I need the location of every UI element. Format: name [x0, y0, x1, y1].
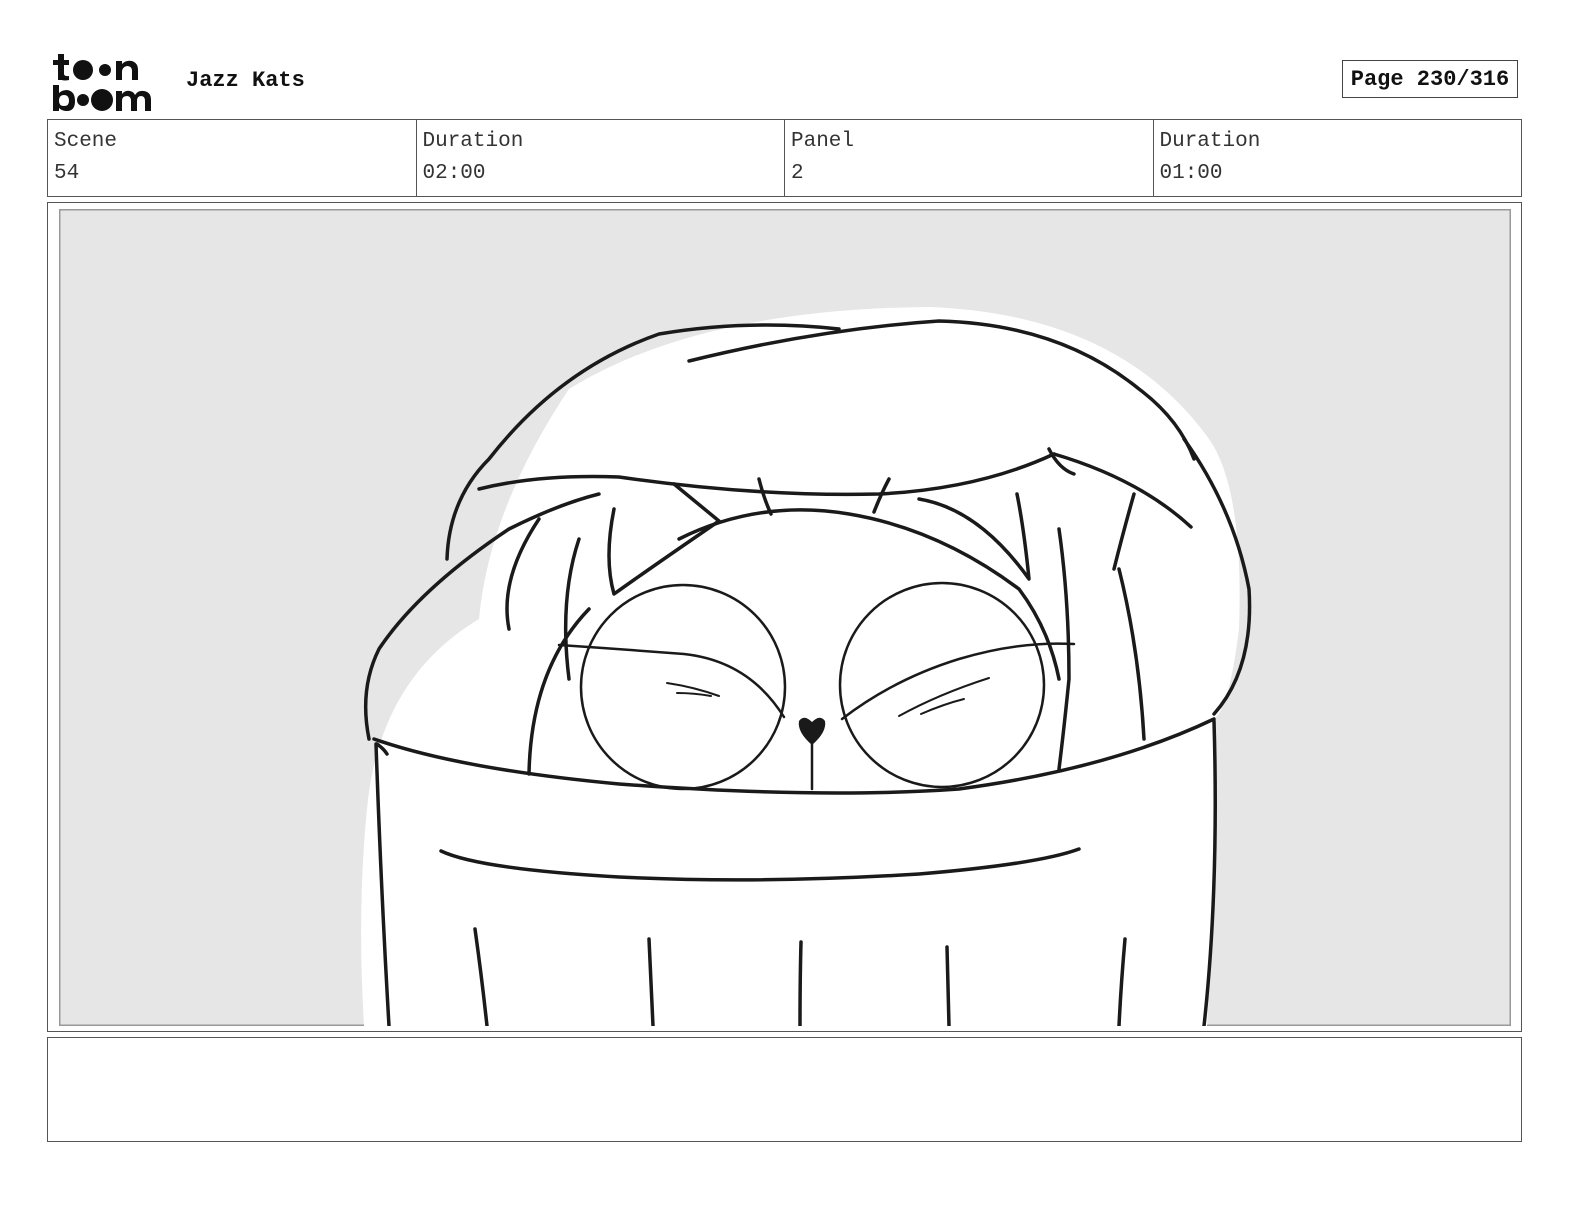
- panel-duration-value: 01:00: [1159, 162, 1223, 185]
- panel-duration-label: Duration: [1159, 130, 1261, 153]
- toon-boom-logo: [53, 54, 151, 111]
- scene-label: Scene: [54, 130, 118, 153]
- panel-notes-box: [47, 1037, 1522, 1142]
- scene-duration-label: Duration: [422, 130, 524, 153]
- scene-cell: Scene 54: [48, 120, 417, 196]
- scene-duration-value: 02:00: [422, 162, 486, 185]
- scene-duration-cell: Duration 02:00: [417, 120, 785, 196]
- panel-cell: Panel 2: [785, 120, 1154, 196]
- storyboard-panel-drawing: [59, 209, 1511, 1026]
- scene-value: 54: [54, 162, 80, 185]
- page-number: Page 230/316: [1342, 60, 1518, 98]
- panel-info-table: Scene 54 Duration 02:00 Panel 2 Duration…: [47, 119, 1522, 197]
- panel-label: Panel: [791, 130, 855, 153]
- project-title: Jazz Kats: [186, 68, 305, 93]
- panel-duration-cell: Duration 01:00: [1154, 120, 1522, 196]
- panel-value: 2: [791, 162, 804, 185]
